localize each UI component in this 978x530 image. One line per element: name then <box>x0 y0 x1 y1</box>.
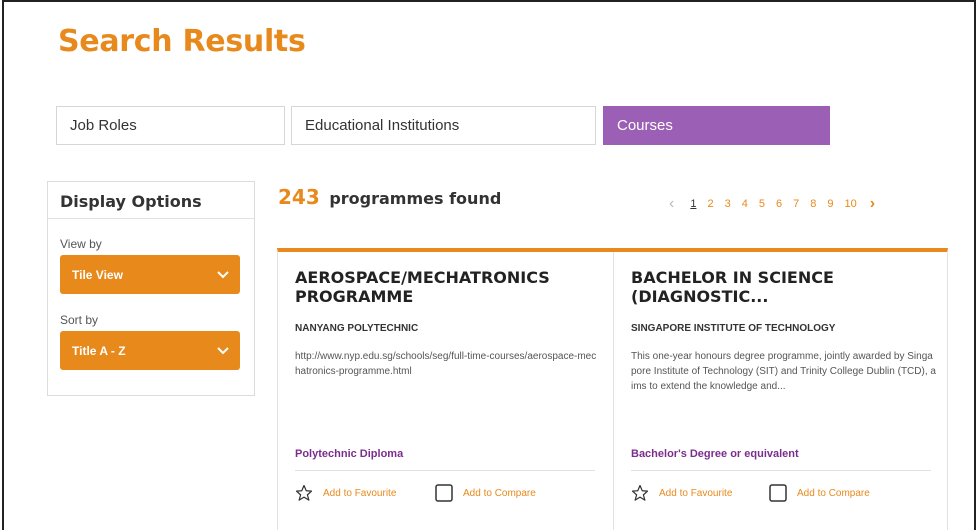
course-cards: AEROSPACE/MECHATRONICS PROGRAMME NANYANG… <box>277 248 948 530</box>
page-link-1[interactable]: 1 <box>690 198 696 210</box>
course-title[interactable]: AEROSPACE/MECHATRONICS PROGRAMME <box>295 268 595 306</box>
view-by-label: View by <box>60 237 102 251</box>
course-description: http://www.nyp.edu.sg/schools/seg/full-t… <box>295 351 597 377</box>
page-title: Search Results <box>58 24 306 59</box>
pagination: ‹ 1 2 3 4 5 6 7 8 9 10 › <box>669 195 875 213</box>
add-to-favourite-button[interactable]: Add to Favourite <box>631 484 732 502</box>
add-to-compare-button[interactable]: Add to Compare <box>769 484 870 502</box>
checkbox-icon[interactable] <box>769 484 787 502</box>
course-card: BACHELOR IN SCIENCE (DIAGNOSTIC... SINGA… <box>613 252 948 530</box>
tab-educational-institutions[interactable]: Educational Institutions <box>291 106 596 145</box>
tab-label: Educational Institutions <box>305 117 460 134</box>
card-divider <box>631 470 931 471</box>
course-title[interactable]: BACHELOR IN SCIENCE (DIAGNOSTIC... <box>631 268 931 306</box>
display-options-panel: Display Options View by Tile View Sort b… <box>47 181 255 396</box>
page-link-10[interactable]: 10 <box>844 198 856 210</box>
page-link-4[interactable]: 4 <box>742 198 748 210</box>
checkbox-icon[interactable] <box>435 484 453 502</box>
chevron-right-icon[interactable]: › <box>870 195 875 213</box>
tab-courses[interactable]: Courses <box>603 106 830 145</box>
star-icon <box>631 484 649 501</box>
page-link-2[interactable]: 2 <box>707 198 713 210</box>
sort-by-select[interactable]: Title A - Z <box>60 331 240 370</box>
sort-by-value: Title A - Z <box>72 343 126 358</box>
compare-label: Add to Compare <box>797 487 870 499</box>
course-institution: NANYANG POLYTECHNIC <box>295 323 419 334</box>
course-qualification: Polytechnic Diploma <box>295 448 404 460</box>
display-options-title: Display Options <box>48 182 254 219</box>
results-text: programmes found <box>329 189 502 208</box>
favourite-label: Add to Favourite <box>659 487 733 499</box>
card-divider <box>295 470 595 471</box>
view-by-value: Tile View <box>72 267 123 282</box>
course-description: This one-year honours degree programme, … <box>631 351 936 392</box>
page-link-6[interactable]: 6 <box>776 198 782 210</box>
page-frame: Search Results Job Roles Educational Ins… <box>2 0 976 530</box>
chevron-down-icon <box>217 271 229 279</box>
view-by-select[interactable]: Tile View <box>60 255 240 294</box>
page-link-7[interactable]: 7 <box>793 198 799 210</box>
tab-label: Job Roles <box>70 117 137 134</box>
page-link-9[interactable]: 9 <box>827 198 833 210</box>
chevron-down-icon <box>217 347 229 355</box>
page-link-5[interactable]: 5 <box>759 198 765 210</box>
chevron-left-icon[interactable]: ‹ <box>669 195 674 213</box>
results-number: 243 <box>278 185 320 209</box>
add-to-compare-button[interactable]: Add to Compare <box>435 484 536 502</box>
favourite-label: Add to Favourite <box>323 487 397 499</box>
sort-by-label: Sort by <box>60 313 99 327</box>
course-card: AEROSPACE/MECHATRONICS PROGRAMME NANYANG… <box>278 252 613 530</box>
page-link-3[interactable]: 3 <box>725 198 731 210</box>
star-icon <box>295 484 313 501</box>
tab-job-roles[interactable]: Job Roles <box>56 106 285 145</box>
course-qualification: Bachelor's Degree or equivalent <box>631 448 799 460</box>
results-count: 243 programmes found <box>278 185 501 209</box>
tab-label: Courses <box>617 117 673 134</box>
course-institution: SINGAPORE INSTITUTE OF TECHNOLOGY <box>631 323 836 334</box>
add-to-favourite-button[interactable]: Add to Favourite <box>295 484 396 502</box>
page-link-8[interactable]: 8 <box>810 198 816 210</box>
compare-label: Add to Compare <box>463 487 536 499</box>
